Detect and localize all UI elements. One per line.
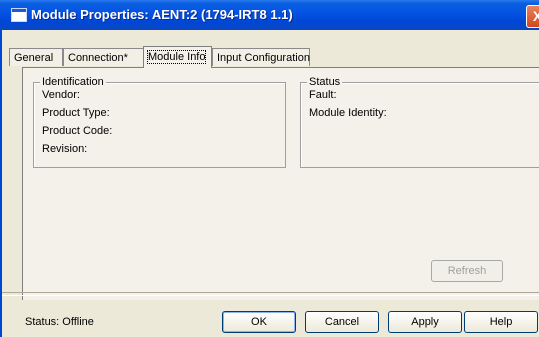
tab-input-configuration[interactable]: Input Configuration: [212, 48, 310, 66]
apply-button[interactable]: Apply: [388, 311, 462, 333]
vendor-label: Vendor:: [42, 89, 80, 101]
footer-separator: [2, 292, 539, 296]
identification-group: Identification Vendor: Product Type: Pro…: [33, 75, 286, 168]
help-button[interactable]: Help: [464, 311, 538, 333]
module-properties-window: Module Properties: AENT:2 (1794-IRT8 1.1…: [0, 0, 539, 337]
status-text: Status: Offline: [25, 316, 94, 328]
window-title: Module Properties: AENT:2 (1794-IRT8 1.1…: [31, 7, 293, 22]
status-group: Status Fault: Module Identity:: [300, 75, 539, 168]
tab-connection[interactable]: Connection*: [63, 48, 144, 66]
window-icon: [11, 8, 27, 22]
tab-module-info[interactable]: Module Info: [143, 46, 212, 68]
fault-label: Fault:: [309, 89, 337, 101]
product-type-label: Product Type:: [42, 107, 110, 119]
dialog-client-area: General Connection* Module Info Input Co…: [0, 30, 539, 337]
product-code-label: Product Code:: [42, 125, 113, 137]
refresh-button[interactable]: Refresh: [431, 260, 503, 282]
cancel-button[interactable]: Cancel: [305, 311, 379, 333]
tab-general[interactable]: General: [9, 48, 63, 66]
module-identity-label: Module Identity:: [309, 107, 387, 119]
close-button[interactable]: X: [526, 5, 539, 28]
ok-button[interactable]: OK: [222, 311, 296, 333]
title-bar[interactable]: Module Properties: AENT:2 (1794-IRT8 1.1…: [0, 0, 539, 30]
revision-label: Revision:: [42, 143, 88, 155]
status-title: Status: [307, 75, 343, 89]
identification-title: Identification: [40, 75, 106, 89]
